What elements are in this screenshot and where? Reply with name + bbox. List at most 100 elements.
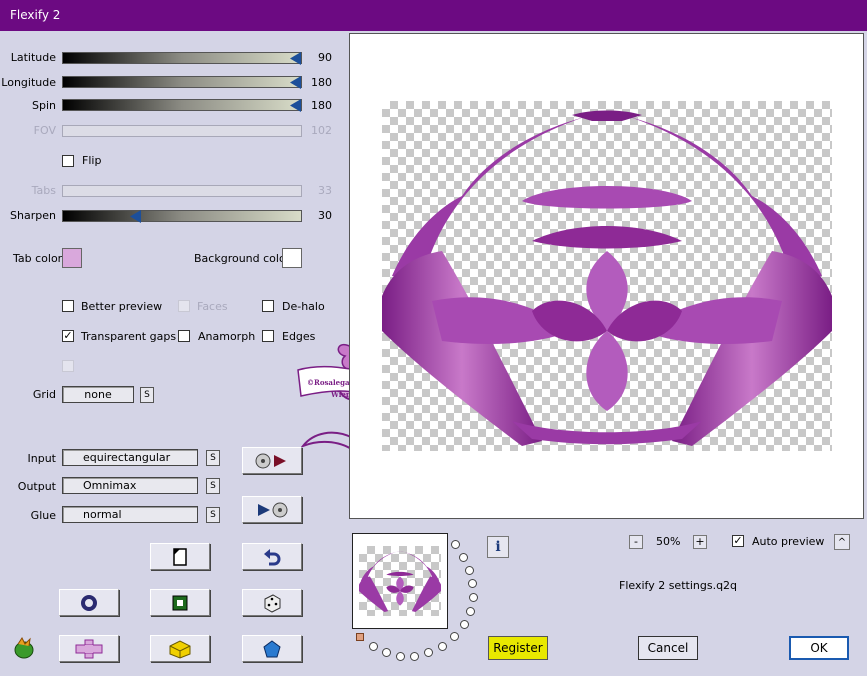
preview-pane[interactable] xyxy=(349,33,864,519)
thumbnail-image xyxy=(359,546,441,616)
transparent-gaps-checkbox[interactable]: ✓ xyxy=(62,330,74,342)
square-icon xyxy=(172,595,188,610)
gem-button[interactable] xyxy=(242,635,302,662)
cancel-button[interactable]: Cancel xyxy=(638,636,698,660)
ring-button[interactable] xyxy=(59,589,119,616)
fov-slider xyxy=(62,125,302,137)
dial-dot[interactable] xyxy=(410,652,419,661)
de-halo-label: De-halo xyxy=(282,300,325,313)
dial-dot[interactable] xyxy=(468,579,477,588)
ok-button[interactable]: OK xyxy=(789,636,849,660)
save-output-button[interactable] xyxy=(242,496,302,523)
dial-dot[interactable] xyxy=(466,607,475,616)
input-label: Input xyxy=(27,452,56,465)
settings-filename: Flexify 2 settings.q2q xyxy=(619,579,738,592)
dial-dot[interactable] xyxy=(369,642,378,651)
anamorph-checkbox[interactable] xyxy=(178,330,190,342)
corner-marker[interactable] xyxy=(356,633,364,641)
collapse-button[interactable]: ^ xyxy=(834,534,850,550)
extra-checkbox xyxy=(62,360,74,372)
cube-button[interactable] xyxy=(150,635,210,662)
flexify-window: Flexify 2 Latitude 90 Longitude 180 Spin… xyxy=(0,0,867,676)
watermark-line2: Wien xyxy=(330,390,351,399)
longitude-value: 180 xyxy=(311,76,332,89)
better-preview-label: Better preview xyxy=(81,300,163,313)
glue-s-button[interactable]: S xyxy=(206,507,220,523)
disc-play-icon xyxy=(255,453,286,468)
tabs-value: 33 xyxy=(318,184,332,197)
dial-dot[interactable] xyxy=(424,648,433,657)
dial-dot[interactable] xyxy=(451,540,460,549)
grid-label: Grid xyxy=(32,388,56,401)
gem-icon xyxy=(263,639,281,657)
flip-checkbox[interactable] xyxy=(62,155,74,167)
title-bar: Flexify 2 xyxy=(0,0,867,31)
zoom-level: 50% xyxy=(656,535,681,548)
random-button[interactable] xyxy=(242,589,302,616)
undo-button[interactable] xyxy=(242,543,302,570)
better-preview-checkbox[interactable] xyxy=(62,300,74,312)
plugin-logo-icon xyxy=(14,637,34,659)
grid-select[interactable]: none xyxy=(62,386,134,403)
latitude-value: 90 xyxy=(318,51,332,64)
dial-dot[interactable] xyxy=(460,620,469,629)
fov-label: FOV xyxy=(33,124,56,137)
square-button[interactable] xyxy=(150,589,210,616)
sharpen-label: Sharpen xyxy=(10,209,56,222)
grid-s-button[interactable]: S xyxy=(140,387,154,403)
longitude-label: Longitude xyxy=(1,76,56,89)
play-disc-icon xyxy=(258,502,288,517)
dial-dot[interactable] xyxy=(438,642,447,651)
spin-slider[interactable] xyxy=(62,99,302,112)
cross-button[interactable] xyxy=(59,635,119,662)
input-s-button[interactable]: S xyxy=(206,450,220,466)
zoom-out-button[interactable]: - xyxy=(629,535,643,549)
tabs-label: Tabs xyxy=(31,184,56,197)
faces-label: Faces xyxy=(197,300,228,313)
register-button[interactable]: Register xyxy=(488,636,548,660)
dial-dot[interactable] xyxy=(465,566,474,575)
sharpen-value: 30 xyxy=(318,209,332,222)
background-color-swatch[interactable] xyxy=(282,248,302,268)
copy-button[interactable] xyxy=(150,543,210,570)
dial-dot[interactable] xyxy=(450,632,459,641)
auto-preview-label: Auto preview xyxy=(752,535,825,548)
cube-icon xyxy=(169,639,191,659)
dial-dot[interactable] xyxy=(382,648,391,657)
latitude-label: Latitude xyxy=(10,51,56,64)
dial-dot[interactable] xyxy=(459,553,468,562)
output-s-button[interactable]: S xyxy=(206,478,220,494)
anamorph-label: Anamorph xyxy=(198,330,256,343)
cross-icon xyxy=(75,639,103,658)
flip-label: Flip xyxy=(82,154,102,167)
ring-icon xyxy=(81,594,97,611)
transparent-gaps-label: Transparent gaps xyxy=(81,330,177,343)
copy-icon xyxy=(173,547,187,566)
thumbnail-navigator[interactable] xyxy=(352,533,448,629)
output-select[interactable]: Omnimax xyxy=(62,477,198,494)
longitude-slider[interactable] xyxy=(62,76,302,89)
dial-dot[interactable] xyxy=(396,652,405,661)
latitude-slider[interactable] xyxy=(62,52,302,65)
sharpen-slider[interactable] xyxy=(62,210,302,223)
output-label: Output xyxy=(17,480,56,493)
load-input-button[interactable] xyxy=(242,447,302,474)
input-select[interactable]: equirectangular xyxy=(62,449,198,466)
faces-checkbox xyxy=(178,300,190,312)
dice-icon xyxy=(264,593,281,613)
glue-label: Glue xyxy=(30,509,56,522)
edges-checkbox[interactable] xyxy=(262,330,274,342)
sharpen-thumb[interactable] xyxy=(130,210,141,223)
undo-icon xyxy=(264,548,281,565)
tab-color-swatch[interactable] xyxy=(62,248,82,268)
thumbnail-shape xyxy=(359,550,441,612)
auto-preview-checkbox[interactable]: ✓ xyxy=(732,535,744,547)
spin-label: Spin xyxy=(32,99,56,112)
spin-value: 180 xyxy=(311,99,332,112)
zoom-in-button[interactable]: + xyxy=(693,535,707,549)
window-title: Flexify 2 xyxy=(10,8,61,22)
dial-dot[interactable] xyxy=(469,593,478,602)
de-halo-checkbox[interactable] xyxy=(262,300,274,312)
info-button[interactable]: i xyxy=(487,536,509,558)
glue-select[interactable]: normal xyxy=(62,506,198,523)
